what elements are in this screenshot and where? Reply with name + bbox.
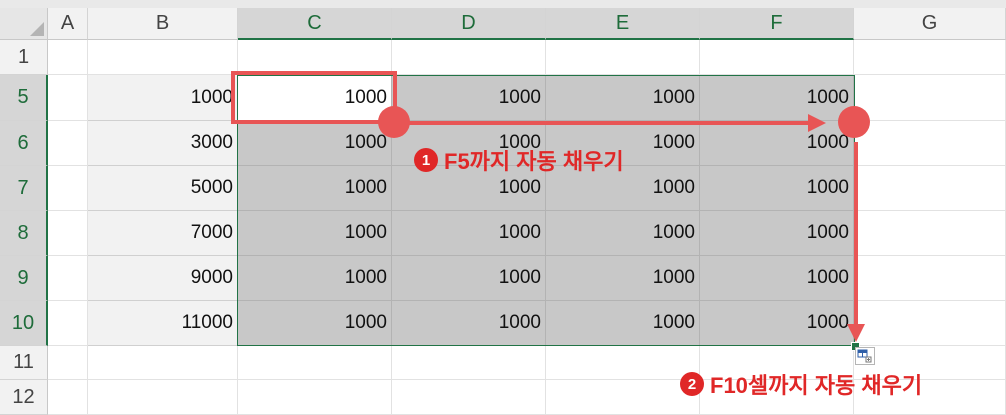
cell-d11[interactable] [392, 346, 546, 380]
column-header-g[interactable]: G [854, 8, 1006, 40]
cell-a7[interactable] [48, 166, 88, 211]
cell-e1[interactable] [546, 40, 700, 75]
cell-c1[interactable] [238, 40, 392, 75]
cell-b5[interactable]: 1000 [88, 75, 238, 121]
cell-g1[interactable] [854, 40, 1006, 75]
select-all-triangle-icon [30, 22, 44, 36]
auto-fill-options-icon [857, 349, 872, 363]
column-header-e[interactable]: E [546, 8, 700, 40]
cell-a8[interactable] [48, 211, 88, 256]
cell-b8[interactable]: 7000 [88, 211, 238, 256]
cell-b11[interactable] [88, 346, 238, 380]
cell-g8[interactable] [854, 211, 1006, 256]
row-header-12[interactable]: 12 [0, 380, 48, 415]
cell-b7[interactable]: 5000 [88, 166, 238, 211]
row-header-11[interactable]: 11 [0, 346, 48, 380]
row-header-7[interactable]: 7 [0, 166, 48, 211]
cell-d1[interactable] [392, 40, 546, 75]
cell-a11[interactable] [48, 346, 88, 380]
auto-fill-options-button[interactable] [855, 347, 875, 365]
cell-a12[interactable] [48, 380, 88, 415]
cell-c12[interactable] [238, 380, 392, 415]
cell-b12[interactable] [88, 380, 238, 415]
annotation-step-2: 2 F10셀까지 자동 채우기 [680, 368, 922, 400]
cell-g7[interactable] [854, 166, 1006, 211]
step-1-badge: 1 [414, 148, 438, 172]
cell-a9[interactable] [48, 256, 88, 301]
select-all-button[interactable] [0, 8, 48, 40]
cell-b6[interactable]: 3000 [88, 121, 238, 166]
cell-b10[interactable]: 11000 [88, 301, 238, 346]
column-header-b[interactable]: B [88, 8, 238, 40]
cell-g6[interactable] [854, 121, 1006, 166]
cell-a6[interactable] [48, 121, 88, 166]
row-header-6[interactable]: 6 [0, 121, 48, 166]
cell-g9[interactable] [854, 256, 1006, 301]
cell-e12[interactable] [546, 380, 700, 415]
cell-a1[interactable] [48, 40, 88, 75]
row-header-1[interactable]: 1 [0, 40, 48, 75]
cell-d12[interactable] [392, 380, 546, 415]
top-strip [0, 0, 1006, 8]
cell-c11[interactable] [238, 346, 392, 380]
row-header-10[interactable]: 10 [0, 301, 48, 346]
column-header-a[interactable]: A [48, 8, 88, 40]
column-header-d[interactable]: D [392, 8, 546, 40]
step-2-text: F10셀까지 자동 채우기 [710, 373, 923, 398]
cell-g10[interactable] [854, 301, 1006, 346]
cell-a5[interactable] [48, 75, 88, 121]
cell-b1[interactable] [88, 40, 238, 75]
row-header-5[interactable]: 5 [0, 75, 48, 121]
cell-f1[interactable] [700, 40, 854, 75]
row-header-8[interactable]: 8 [0, 211, 48, 256]
step-1-text: F5까지 자동 채우기 [444, 149, 624, 174]
step-2-badge: 2 [680, 372, 704, 396]
highlight-box-c5 [231, 71, 397, 124]
cell-e11[interactable] [546, 346, 700, 380]
cell-g5[interactable] [854, 75, 1006, 121]
column-header-f[interactable]: F [700, 8, 854, 40]
cell-a10[interactable] [48, 301, 88, 346]
row-header-9[interactable]: 9 [0, 256, 48, 301]
cell-b9[interactable]: 9000 [88, 256, 238, 301]
annotation-step-1: 1 F5까지 자동 채우기 [414, 144, 624, 176]
column-header-c[interactable]: C [238, 8, 392, 40]
